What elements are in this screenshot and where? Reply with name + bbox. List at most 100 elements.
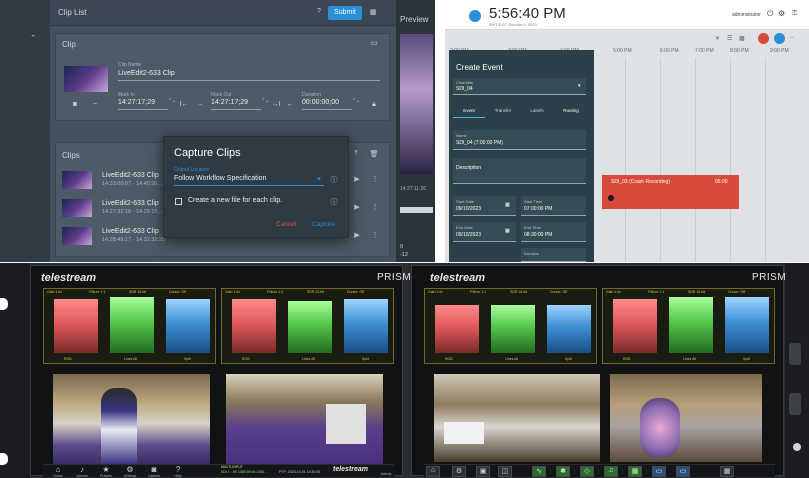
tab-transfer[interactable]: Transfer xyxy=(487,108,519,118)
display-icon[interactable]: ▭ xyxy=(676,466,690,477)
split-icon[interactable]: ◫ xyxy=(498,466,512,477)
nav-volume[interactable]: Volume xyxy=(72,474,92,478)
play-icon[interactable]: ▶ xyxy=(352,231,362,239)
name-value: SDI_04 (7:00:00 PM) xyxy=(456,140,503,146)
chevron-up-icon[interactable]: ⌃ xyxy=(28,34,38,42)
more-icon[interactable]: ⋮ xyxy=(370,231,380,239)
tab-routing[interactable]: Routing xyxy=(555,108,587,118)
activity-button[interactable]: Activity xyxy=(378,472,394,476)
calendar-icon[interactable]: ▦ xyxy=(505,228,510,234)
tab-event[interactable]: Event xyxy=(453,108,485,118)
arrow-left-icon[interactable]: ← xyxy=(285,101,295,108)
mark-in-field[interactable]: 14:27:17;29 xyxy=(118,99,168,110)
scheduled-event[interactable]: SDI_03 (Crash Recording) 05:00 xyxy=(602,175,739,209)
picture-icon[interactable]: ▦ xyxy=(628,466,642,477)
delete-all-icon[interactable]: 🗑︎ xyxy=(369,150,379,158)
info-button[interactable] xyxy=(774,33,785,44)
nav-help[interactable]: Help xyxy=(168,474,188,478)
comment-icon[interactable]: ▭ xyxy=(369,39,379,47)
description-field[interactable]: Description xyxy=(453,158,586,184)
duration-field[interactable]: Duration xyxy=(521,248,586,262)
presets-icon[interactable]: ★ xyxy=(99,465,113,474)
lock-icon[interactable]: 🔒︎ xyxy=(369,101,379,109)
rgb-waveform-scope[interactable]: Gain 1.0x FiltLev 1:1 SDR 10-bit Cursor:… xyxy=(43,288,216,364)
scope-footer: RGB xyxy=(445,357,453,361)
layout-icon[interactable]: ▣ xyxy=(476,466,490,477)
scope-footer: RGB xyxy=(623,357,631,361)
play-icon[interactable]: ▶ xyxy=(352,203,362,211)
power-icon[interactable]: ⏻ xyxy=(767,9,773,19)
stepper-icon[interactable]: ⌃⌄ xyxy=(261,98,269,104)
mark-out-field[interactable]: 14:27:17;29 xyxy=(211,99,261,110)
scope-footer: Split xyxy=(362,357,369,361)
gamut-icon[interactable]: ◇ xyxy=(580,466,594,477)
rgb-waveform-scope[interactable]: Gain 1.0x FiltLev 1:1 SDR 10-bit Cursor:… xyxy=(424,288,597,364)
grid-icon[interactable]: ▦ xyxy=(720,466,734,477)
duration-field[interactable]: 00:00:00;00 xyxy=(302,99,352,110)
rgb-waveform-scope[interactable]: Gain 1.0x FiltLev 1:1 SDR 10-bit Cursor:… xyxy=(602,288,775,364)
go-to-in-icon[interactable]: I← xyxy=(179,101,189,108)
nav-settings[interactable]: Settings xyxy=(120,474,140,478)
settings-icon[interactable]: ⚙ xyxy=(452,466,466,477)
start-date-field[interactable]: Start Date 09/10/2023 ▦ xyxy=(453,196,516,216)
tab-labels[interactable]: Labels xyxy=(521,108,553,118)
zoom-control[interactable]: ◦◦ xyxy=(790,35,794,41)
home-icon[interactable]: ⌂ xyxy=(426,466,440,477)
name-field[interactable]: Name SDI_04 (7:00:00 PM) xyxy=(453,130,586,150)
preview-pane: Preview 14:27:11:26 0 -12 xyxy=(396,0,435,262)
caret-down-icon[interactable]: ▾ xyxy=(314,175,324,183)
waveform-red xyxy=(435,305,479,353)
settings-icon[interactable]: ⚙ xyxy=(778,9,785,18)
scope-footer: Lines All xyxy=(302,357,316,361)
more-icon[interactable]: ⋮ xyxy=(370,203,380,211)
help-icon[interactable]: ? xyxy=(171,465,185,474)
monitor-icon[interactable]: ▭ xyxy=(652,466,666,477)
arrow-right-icon[interactable]: → xyxy=(195,101,205,108)
capture-button[interactable]: Capture xyxy=(312,221,335,228)
key-icon[interactable]: ⚿ xyxy=(792,10,797,18)
capture-icon[interactable]: ◙ xyxy=(147,465,161,474)
filter-icon[interactable]: ☰ xyxy=(727,35,732,42)
channels-select[interactable]: Channels SDI_04 ▾ xyxy=(453,78,586,95)
nav-capture[interactable]: Capture xyxy=(144,474,164,478)
nav-home[interactable]: Home xyxy=(48,474,68,478)
stepper-icon[interactable]: ⌃⌄ xyxy=(352,98,360,104)
submit-button[interactable]: Submit xyxy=(328,6,362,20)
upload-icon[interactable]: ⤒ xyxy=(351,150,361,158)
new-file-checkbox[interactable] xyxy=(175,198,182,205)
volume-icon[interactable]: ♪ xyxy=(75,465,89,474)
waveform-icon[interactable]: ∿ xyxy=(532,466,546,477)
rgb-waveform-scope[interactable]: Gain 1.0x FiltLev 1:1 SDR 10-bit Cursor:… xyxy=(221,288,394,364)
home-icon[interactable]: ⌂ xyxy=(51,465,65,474)
end-time-field[interactable]: End Time 08:30:00 PM xyxy=(521,222,586,242)
output-location-select[interactable]: Follow Workflow Specification xyxy=(174,175,324,186)
cancel-button[interactable]: Cancel xyxy=(276,221,296,228)
info-icon[interactable]: ⓘ xyxy=(329,175,339,185)
go-to-out-icon[interactable]: →I xyxy=(271,101,281,108)
vector-icon[interactable]: ✱ xyxy=(556,466,570,477)
clip-name-field[interactable]: LiveEdit2-633 Clip xyxy=(118,70,380,81)
record-button[interactable] xyxy=(758,33,769,44)
minus-icon[interactable]: − xyxy=(90,101,100,108)
create-event-panel: Create Event Channels SDI_04 ▾ Event Tra… xyxy=(449,50,594,262)
start-time-field[interactable]: Start Time 07:00:00 PM xyxy=(521,196,586,216)
nav-presets[interactable]: Presets xyxy=(96,474,116,478)
name-label: Name xyxy=(456,133,467,138)
preview-scrubber[interactable] xyxy=(400,207,433,213)
calendar-icon[interactable]: ▦ xyxy=(739,35,745,42)
more-icon[interactable]: ⋮ xyxy=(370,175,380,183)
camera-icon[interactable]: ◙ xyxy=(70,101,80,108)
waveform-blue xyxy=(166,299,210,353)
audio-icon[interactable]: ♫ xyxy=(604,466,618,477)
play-icon[interactable]: ▶ xyxy=(352,175,362,183)
settings-icon[interactable]: ⚙ xyxy=(123,465,137,474)
table-figure xyxy=(444,422,484,444)
stepper-icon[interactable]: ⌃⌄ xyxy=(168,98,176,104)
calendar-icon[interactable]: ▦ xyxy=(505,202,510,208)
info-icon[interactable]: ⓘ xyxy=(329,197,339,207)
help-icon[interactable]: ? xyxy=(314,8,324,15)
end-date-field[interactable]: End Date 09/10/2023 ▦ xyxy=(453,222,516,242)
user-name[interactable]: administrator xyxy=(732,12,761,18)
grid-icon[interactable]: ▦ xyxy=(368,8,378,16)
close-icon[interactable]: ✕ xyxy=(715,35,720,42)
